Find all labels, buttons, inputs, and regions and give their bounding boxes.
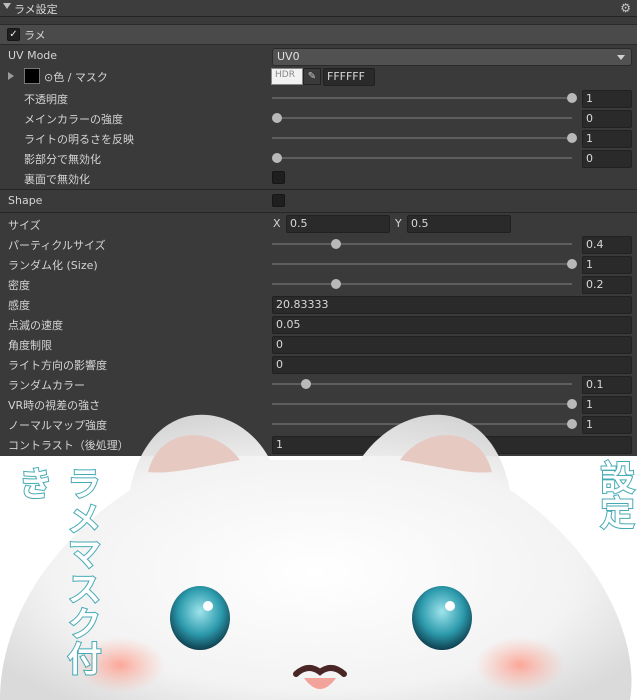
size-y-field[interactable]: 0.5 xyxy=(407,215,511,233)
expand-arrow-icon[interactable] xyxy=(8,72,14,80)
panel-title: ラメ設定 xyxy=(14,3,58,16)
opacity-label: 不透明度 xyxy=(24,93,68,106)
backface-disable-label: 裏面で無効化 xyxy=(24,173,90,186)
sensitivity-field[interactable]: 20.83333 xyxy=(272,296,632,314)
angle-limit-value: 0 xyxy=(276,338,283,351)
hex-value: FFFFFF xyxy=(327,70,365,83)
blink-speed-field[interactable]: 0.05 xyxy=(272,316,632,334)
particle-size-slider[interactable] xyxy=(272,243,572,245)
divider xyxy=(0,189,637,190)
light-direction-label: ライト方向の影響度 xyxy=(8,359,107,372)
left-promo-text: ラメマスク付き xyxy=(11,465,102,677)
opacity-value[interactable]: 1 xyxy=(582,90,632,108)
shape-checkbox[interactable] xyxy=(272,194,285,207)
hex-color-field[interactable]: FFFFFF xyxy=(323,68,375,86)
light-brightness-value[interactable]: 1 xyxy=(582,130,632,148)
main-color-strength-slider[interactable] xyxy=(272,117,572,119)
blink-speed-label: 点滅の速度 xyxy=(8,319,63,332)
left-eye xyxy=(170,586,230,650)
size-y-value: 0.5 xyxy=(411,217,429,230)
particle-size-handle[interactable] xyxy=(331,239,341,249)
shadow-disable-value[interactable]: 0 xyxy=(582,150,632,168)
right-eye xyxy=(412,586,472,650)
light-brightness-slider[interactable] xyxy=(272,137,572,139)
size-x-field[interactable]: 0.5 xyxy=(286,215,390,233)
particle-size-value[interactable]: 0.4 xyxy=(582,236,632,254)
randomize-size-label: ランダム化 (Size) xyxy=(8,259,98,272)
left-eye-highlight xyxy=(203,601,213,611)
right-promo-text: おすすめラメ設定 xyxy=(593,459,635,531)
angle-limit-label: 角度制限 xyxy=(8,339,52,352)
shadow-disable-number: 0 xyxy=(586,152,593,165)
particle-size-label: パーティクルサイズ xyxy=(8,239,106,252)
shadow-disable-handle[interactable] xyxy=(272,153,282,163)
sensitivity-value: 20.83333 xyxy=(276,298,329,311)
blink-speed-value: 0.05 xyxy=(276,318,301,331)
light-direction-value: 0 xyxy=(276,358,283,371)
density-value[interactable]: 0.2 xyxy=(582,276,632,294)
shape-label: Shape xyxy=(8,194,43,207)
uv-mode-dropdown[interactable]: UV0 xyxy=(272,48,632,66)
size-x-value: 0.5 xyxy=(290,217,308,230)
density-number: 0.2 xyxy=(586,278,604,291)
opacity-slider-handle[interactable] xyxy=(567,93,577,103)
opacity-slider[interactable] xyxy=(272,97,572,99)
lame-foldout-label: ラメ xyxy=(24,29,46,42)
divider xyxy=(0,212,637,213)
collapse-arrow-icon[interactable] xyxy=(3,3,11,9)
angle-limit-field[interactable]: 0 xyxy=(272,336,632,354)
gear-icon[interactable]: ⚙ xyxy=(620,1,631,15)
randomize-size-number: 1 xyxy=(586,258,593,271)
density-handle[interactable] xyxy=(331,279,341,289)
size-label: サイズ xyxy=(8,219,41,232)
size-y-label: Y xyxy=(395,217,402,230)
light-direction-field[interactable]: 0 xyxy=(272,356,632,374)
lame-foldout[interactable]: ✓ ラメ xyxy=(0,24,637,45)
panel-header[interactable]: ラメ設定 ⚙ xyxy=(0,0,637,17)
hdr-label: HDR xyxy=(275,70,295,80)
backface-disable-checkbox[interactable] xyxy=(272,171,285,184)
main-color-strength-number: 0 xyxy=(586,112,593,125)
main-color-strength-value[interactable]: 0 xyxy=(582,110,632,128)
main-color-strength-handle[interactable] xyxy=(272,113,282,123)
chevron-down-icon xyxy=(617,55,625,60)
right-blush xyxy=(475,637,565,693)
lame-checkbox[interactable]: ✓ xyxy=(7,28,20,41)
hdr-color-button[interactable]: HDR xyxy=(271,68,303,85)
shadow-disable-slider[interactable] xyxy=(272,157,572,159)
density-slider[interactable] xyxy=(272,283,572,285)
light-brightness-number: 1 xyxy=(586,132,593,145)
randomize-size-handle[interactable] xyxy=(567,259,577,269)
randomize-size-slider[interactable] xyxy=(272,263,572,265)
color-mask-label: ⊙色 / マスク xyxy=(44,71,108,84)
texture-slot[interactable] xyxy=(24,68,40,84)
shadow-disable-label: 影部分で無効化 xyxy=(24,153,101,166)
particle-size-number: 0.4 xyxy=(586,238,604,251)
opacity-number: 1 xyxy=(586,92,593,105)
density-label: 密度 xyxy=(8,279,30,292)
randomize-size-value[interactable]: 1 xyxy=(582,256,632,274)
size-x-label: X xyxy=(273,217,281,230)
right-eye-highlight xyxy=(445,601,455,611)
eyedropper-icon[interactable]: ✎ xyxy=(303,68,321,85)
light-brightness-label: ライトの明るさを反映 xyxy=(24,133,134,146)
main-color-strength-label: メインカラーの強度 xyxy=(24,113,123,126)
uv-mode-value: UV0 xyxy=(277,50,300,63)
light-brightness-handle[interactable] xyxy=(567,133,577,143)
sensitivity-label: 感度 xyxy=(8,299,30,312)
uv-mode-label: UV Mode xyxy=(8,49,58,62)
